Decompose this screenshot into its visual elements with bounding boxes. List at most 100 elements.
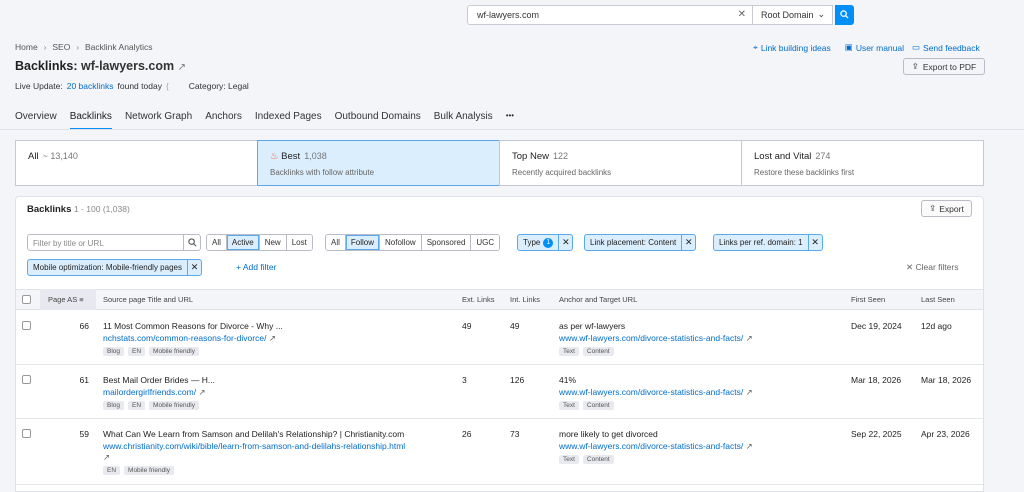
row-checkbox[interactable] — [22, 321, 31, 330]
close-icon[interactable]: ✕ — [807, 235, 822, 250]
chevron-down-icon: ⌄ — [817, 9, 825, 19]
clear-filters-button[interactable]: ✕ Clear filters — [906, 262, 958, 273]
target-url[interactable]: www.wf-lawyers.com/divorce-statistics-an… — [559, 333, 753, 344]
external-link-icon[interactable]: ↗ — [746, 333, 753, 343]
fire-icon: ♨ — [270, 151, 279, 162]
found-backlinks-link[interactable]: 20 backlinks — [67, 81, 114, 91]
anchor-text: as per wf-lawyers — [559, 321, 626, 331]
ext-links-value: 49 — [462, 321, 472, 331]
book-icon: ▣ — [844, 42, 853, 52]
link-building-ideas-link[interactable]: ⌖ Link building ideas — [753, 42, 831, 53]
close-icon[interactable]: ✕ — [558, 235, 572, 250]
close-icon[interactable]: ✕ — [681, 235, 695, 250]
anchor-text: more likely to get divorced — [559, 429, 658, 439]
export-pdf-button[interactable]: ⇪ Export to PDF — [903, 58, 985, 75]
source-title: What Can We Learn from Samson and Delila… — [103, 429, 405, 439]
summary-best[interactable]: ♨ Best 1,038 Backlinks with follow attrib… — [257, 140, 500, 186]
source-title: Best Mail Order Brides — H... — [103, 375, 215, 385]
type-filter-chip[interactable]: Type 1 ✕ — [517, 234, 574, 251]
type-follow[interactable]: Follow — [345, 235, 381, 250]
status-active[interactable]: Active — [226, 235, 260, 250]
int-links-value: 73 — [510, 429, 520, 439]
megaphone-icon: ⌖ — [753, 42, 758, 52]
domain-search-input[interactable]: wf-lawyers.com ✕ — [467, 5, 753, 25]
page-as-value: 61 — [79, 375, 89, 385]
summary-top-new[interactable]: Top New 122 Recently acquired backlinks — [499, 140, 742, 186]
col-last-seen[interactable]: Last Seen — [921, 295, 955, 304]
tab-divider — [0, 129, 1024, 130]
page-title: Backlinks: wf-lawyers.com ↗ — [15, 59, 186, 73]
external-link-icon[interactable]: ↗ — [746, 387, 753, 397]
target-tags: Text Content — [559, 401, 614, 410]
user-manual-link[interactable]: ▣ User manual — [845, 42, 904, 53]
target-url[interactable]: www.wf-lawyers.com/divorce-statistics-an… — [559, 441, 753, 452]
tab-indexed-pages[interactable]: Indexed Pages — [255, 111, 322, 130]
summary-all[interactable]: All ~ 13,140 — [15, 140, 258, 186]
backlinks-table-title: Backlinks 1 - 100 (1,038) — [27, 204, 130, 215]
summary-lost-vital[interactable]: Lost and Vital 274 Restore these backlink… — [741, 140, 984, 186]
external-link-icon[interactable]: ↗ — [198, 387, 205, 397]
last-seen-value: 12d ago — [921, 321, 952, 331]
source-url[interactable]: www.christianity.com/wiki/bible/learn-fr… — [103, 441, 405, 451]
search-button[interactable] — [835, 5, 854, 25]
col-anchor: Anchor and Target URL — [559, 295, 638, 304]
scope-select[interactable]: Root Domain ⌄ — [753, 5, 833, 25]
breadcrumb-home[interactable]: Home — [15, 42, 38, 52]
more-tabs-icon[interactable]: ••• — [506, 111, 514, 130]
source-url[interactable]: mailordergirlfriends.com/ ↗ — [103, 387, 206, 398]
mobile-filter-chip[interactable]: Mobile optimization: Mobile-friendly pag… — [27, 259, 202, 276]
last-seen-value: Mar 18, 2026 — [921, 375, 972, 385]
target-tags: Text Content — [559, 455, 614, 464]
tab-anchors[interactable]: Anchors — [205, 111, 242, 130]
breadcrumb-seo[interactable]: SEO — [52, 42, 70, 52]
sort-icon: ≡ — [79, 295, 84, 304]
clear-icon[interactable]: ✕ — [738, 9, 746, 20]
page-as-value: 66 — [79, 321, 89, 331]
status-all[interactable]: All — [207, 235, 227, 250]
search-icon[interactable] — [183, 235, 200, 250]
info-icon: { — [165, 81, 169, 91]
int-links-value: 49 — [510, 321, 520, 331]
filter-input[interactable] — [33, 237, 183, 249]
status-new[interactable]: New — [259, 235, 287, 250]
close-icon[interactable]: ✕ — [186, 260, 201, 275]
type-count-badge: 1 — [543, 237, 554, 248]
type-all[interactable]: All — [326, 235, 346, 250]
tab-backlinks[interactable]: Backlinks — [69, 111, 112, 130]
row-checkbox[interactable] — [22, 375, 31, 384]
anchor-text: 41% — [559, 375, 577, 385]
external-link-icon[interactable]: ↗ — [746, 441, 753, 451]
type-nofollow[interactable]: Nofollow — [380, 235, 422, 250]
tab-network-graph[interactable]: Network Graph — [125, 111, 192, 130]
col-page-as[interactable]: Page AS ≡ — [48, 295, 84, 304]
int-links-value: 126 — [510, 375, 525, 385]
type-ugc[interactable]: UGC — [471, 235, 500, 250]
external-link-icon[interactable]: ↗ — [269, 333, 276, 343]
col-ext-links[interactable]: Ext. Links — [462, 295, 495, 304]
top-links: ⌖ Link building ideas ▣ User manual — [753, 42, 904, 53]
col-int-links[interactable]: Int. Links — [510, 295, 540, 304]
add-filter-button[interactable]: + Add filter — [236, 262, 276, 272]
tab-overview[interactable]: Overview — [15, 111, 57, 130]
target-url[interactable]: www.wf-lawyers.com/divorce-statistics-an… — [559, 387, 753, 398]
select-all-checkbox[interactable] — [22, 295, 31, 304]
tab-bulk-analysis[interactable]: Bulk Analysis — [434, 111, 493, 130]
chat-icon: ▭ — [912, 42, 921, 52]
source-tags: Blog EN Mobile friendly — [103, 401, 199, 410]
row-divider — [16, 484, 983, 485]
tab-outbound-domains[interactable]: Outbound Domains — [335, 111, 421, 130]
export-button[interactable]: ⇪ Export — [921, 200, 972, 217]
per-domain-filter-chip[interactable]: Links per ref. domain: 1 ✕ — [713, 234, 823, 251]
type-sponsored[interactable]: Sponsored — [421, 235, 472, 250]
title-url-filter[interactable] — [27, 234, 201, 251]
row-checkbox[interactable] — [22, 429, 31, 438]
source-tags: EN Mobile friendly — [103, 466, 174, 475]
status-lost[interactable]: Lost — [286, 235, 312, 250]
category-label: Category: Legal — [188, 81, 249, 91]
external-link-icon[interactable]: ↗ — [178, 62, 186, 73]
source-url[interactable]: nchstats.com/common-reasons-for-divorce/… — [103, 333, 276, 344]
external-link-icon[interactable]: ↗ — [103, 452, 110, 463]
col-first-seen[interactable]: First Seen — [851, 295, 885, 304]
send-feedback-link[interactable]: ▭ Send feedback — [912, 42, 980, 53]
placement-filter-chip[interactable]: Link placement: Content ✕ — [584, 234, 697, 251]
